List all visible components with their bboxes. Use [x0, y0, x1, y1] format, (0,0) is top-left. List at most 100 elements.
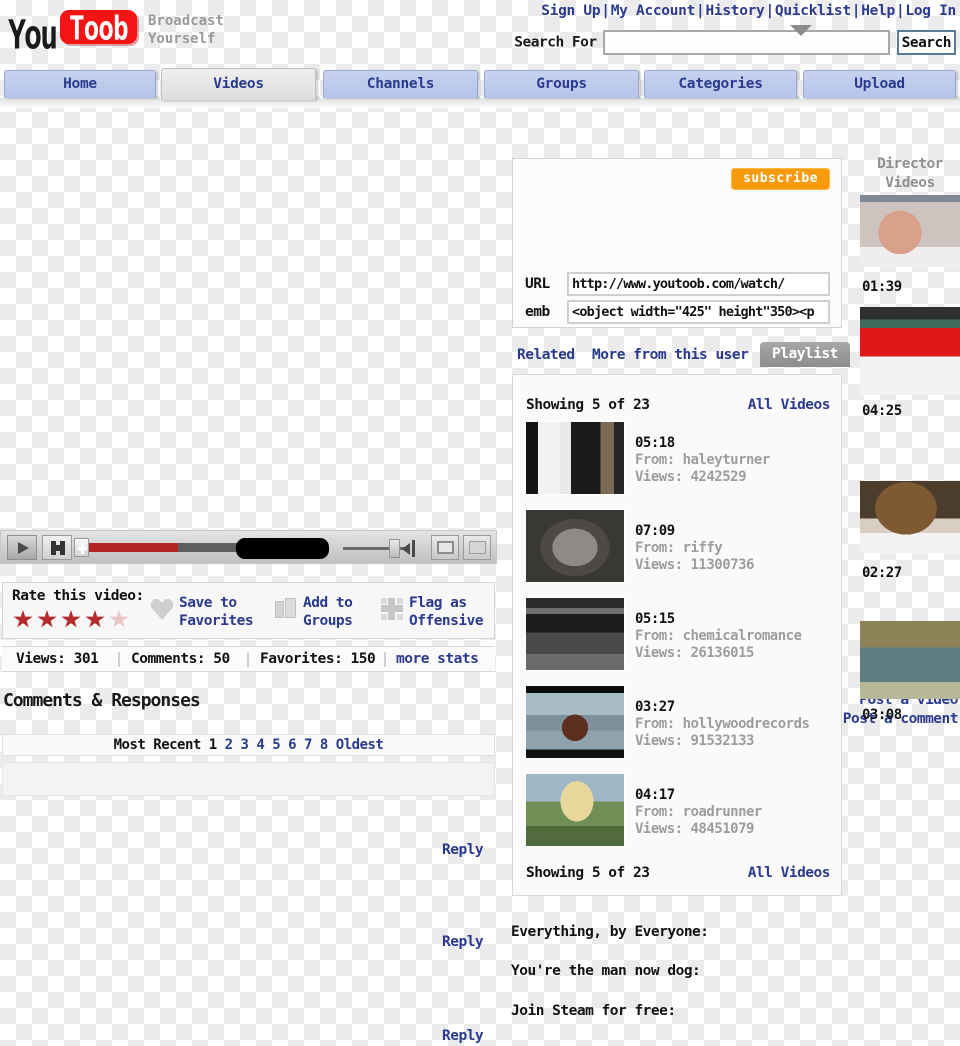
top-link-separator: |: [851, 3, 861, 19]
pager-page-8[interactable]: 8: [320, 737, 328, 753]
main-nav-tabs: Home Videos Channels Groups Categories U…: [0, 68, 960, 100]
top-link-log-in[interactable]: Log In: [905, 3, 956, 19]
sidebar-thumbnail-2[interactable]: [860, 307, 960, 395]
small-screen-button[interactable]: [431, 535, 459, 560]
top-link-help[interactable]: Help: [861, 3, 895, 19]
playlist-item-5[interactable]: 04:17 From: roadrunner Views: 48451079: [525, 773, 835, 861]
sidebar-thumbnail-4[interactable]: [860, 621, 960, 699]
search-button[interactable]: Search: [896, 30, 956, 55]
tab-related[interactable]: Related: [517, 344, 575, 366]
speaker-icon[interactable]: [402, 539, 418, 558]
sidebar-video-1[interactable]: 01:39: [860, 195, 960, 295]
showing-count-bottom: Showing 5 of 23: [526, 865, 650, 881]
site-logo[interactable]: You Toob Broadcast Yourself: [8, 4, 308, 60]
pager-oldest[interactable]: Oldest: [336, 737, 384, 753]
nav-tab-home[interactable]: Home: [4, 70, 156, 98]
playlist-header-row: Showing 5 of 23 All Videos: [513, 397, 843, 419]
fullscreen-button[interactable]: [463, 535, 491, 560]
top-link-sign-up[interactable]: Sign Up: [541, 3, 600, 19]
nav-tab-categories[interactable]: Categories: [644, 70, 797, 98]
sidebar-video-4[interactable]: 03:08: [860, 621, 960, 727]
reply-link-2[interactable]: Reply: [442, 934, 484, 950]
sidebar-thumbnail-3[interactable]: [860, 481, 960, 553]
playlist-item-3[interactable]: 05:15 From: chemicalromance Views: 26136…: [525, 597, 835, 685]
reply-link-1[interactable]: Reply: [442, 842, 484, 858]
video-player-controls: [0, 530, 497, 564]
comment-row: [2, 762, 495, 796]
play-button[interactable]: [7, 535, 37, 560]
time-display: [236, 538, 329, 559]
playlist-item-1[interactable]: 05:18 From: haleyturner Views: 4242529: [525, 421, 835, 509]
star-4[interactable]: [84, 608, 108, 630]
nav-tab-channels[interactable]: Channels: [323, 70, 478, 98]
comments-heading: Comments & Responses: [3, 690, 201, 711]
embed-input[interactable]: <object width="425" height"350><p: [567, 300, 830, 324]
related-tabs: Related More from this user Playlist: [512, 342, 850, 372]
sidebar-title-line1: Director: [877, 156, 943, 172]
playlist-item-2[interactable]: 07:09 From: riffy Views: 11300736: [525, 509, 835, 597]
save-to-favorites-label[interactable]: Save to Favorites: [179, 594, 254, 630]
playlist-time-3: 05:15: [635, 611, 675, 627]
pager-page-6[interactable]: 6: [288, 737, 296, 753]
more-stats-link[interactable]: more stats: [396, 651, 479, 667]
search-label: Search For: [514, 34, 597, 51]
logo-you-text: You: [8, 12, 58, 60]
pager-page-4[interactable]: 4: [256, 737, 264, 753]
next-video-button[interactable]: [42, 535, 72, 560]
playlist-meta-4: 03:27 From: hollywoodrecords Views: 9153…: [635, 699, 810, 750]
playlist-thumbnail-2[interactable]: [525, 509, 625, 583]
reply-link-3[interactable]: Reply: [442, 1028, 484, 1044]
tab-more-from-this-user[interactable]: More from this user: [592, 344, 749, 366]
star-2[interactable]: [36, 608, 60, 630]
nav-tab-videos[interactable]: Videos: [161, 68, 316, 100]
pager-most-recent-label: Most Recent: [113, 737, 209, 753]
next-icon-mid: [54, 545, 63, 551]
star-rating[interactable]: [12, 608, 132, 634]
star-3[interactable]: [60, 608, 84, 630]
pager-page-5[interactable]: 5: [272, 737, 280, 753]
tab-playlist[interactable]: Playlist: [760, 342, 850, 367]
top-link-quicklist[interactable]: Quicklist: [775, 3, 851, 19]
pager-page-1[interactable]: 1: [209, 737, 217, 753]
add-to-groups-label[interactable]: Add to Groups: [303, 594, 353, 630]
all-videos-link-top[interactable]: All Videos: [748, 397, 831, 413]
sidebar-video-2[interactable]: 04:25: [860, 307, 960, 419]
sidebar-time-4: 03:08: [862, 707, 902, 723]
all-videos-link-bottom[interactable]: All Videos: [748, 865, 831, 881]
top-link-history[interactable]: History: [705, 3, 764, 19]
pager-page-7[interactable]: 7: [304, 737, 312, 753]
playlist-from-1: From: haleyturner: [635, 452, 770, 468]
star-5[interactable]: [108, 608, 132, 630]
subscribe-button[interactable]: subscribe: [731, 168, 830, 190]
top-link-separator: |: [696, 3, 705, 19]
rate-video-label: Rate this video:: [12, 588, 144, 604]
sidebar-video-3[interactable]: 02:27: [860, 481, 960, 581]
playlist-thumbnail-3[interactable]: [525, 597, 625, 671]
top-link-my-account[interactable]: My Account: [611, 3, 696, 19]
search-input[interactable]: [602, 30, 890, 55]
logo-tagline: Broadcast Yourself: [148, 12, 224, 48]
pager-page-3[interactable]: 3: [241, 737, 249, 753]
playlist-thumbnail-1[interactable]: [525, 421, 625, 495]
rate-video-box: Rate this video: Save to Favorites Add t…: [2, 582, 495, 639]
playlist-item-4[interactable]: 03:27 From: hollywoodrecords Views: 9153…: [525, 685, 835, 773]
star-1[interactable]: [12, 608, 36, 630]
pager-page-2[interactable]: 2: [225, 737, 233, 753]
playlist-thumbnail-5[interactable]: [525, 773, 625, 847]
nav-tab-groups[interactable]: Groups: [484, 70, 639, 98]
nav-tab-upload[interactable]: Upload: [803, 70, 956, 98]
search-row: Search For Search: [514, 30, 956, 56]
volume-slider-handle[interactable]: [389, 539, 400, 558]
progress-bar-handle[interactable]: [74, 538, 89, 557]
sidebar-thumbnail-1[interactable]: [860, 195, 960, 267]
playlist-views-4: Views: 91532133: [635, 733, 754, 749]
playlist-thumbnail-4[interactable]: [525, 685, 625, 759]
url-input[interactable]: http://www.youtoob.com/watch/: [567, 272, 830, 296]
playlist-meta-2: 07:09 From: riffy Views: 11300736: [635, 523, 754, 574]
playlist-time-5: 04:17: [635, 787, 675, 803]
playlist-meta-3: 05:15 From: chemicalromance Views: 26136…: [635, 611, 802, 662]
bottom-line-1: Everything, by Everyone:: [511, 924, 709, 940]
embed-label: emb: [525, 304, 550, 320]
flag-as-offensive-label[interactable]: Flag as Offensive: [409, 594, 484, 630]
logo-tagline-line2: Yourself: [148, 31, 216, 47]
